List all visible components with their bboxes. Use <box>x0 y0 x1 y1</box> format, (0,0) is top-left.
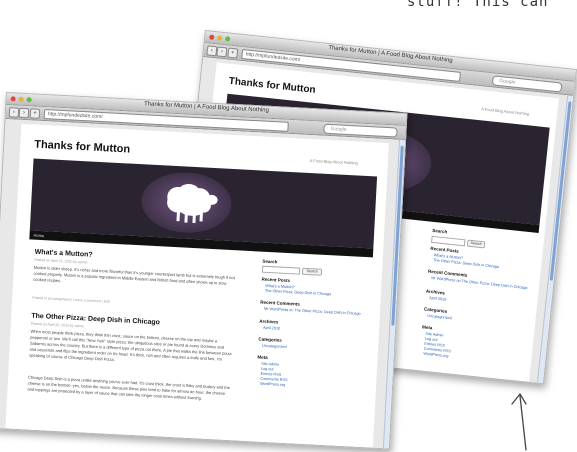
archives-heading: Archives <box>259 318 279 325</box>
recent-comment-link[interactable]: Mr WordPress on The Other Pizza: Deep Di… <box>431 276 528 290</box>
add-bookmark-icon[interactable]: + <box>227 47 239 59</box>
recent-comment-link[interactable]: Mr WordPress on The Other Pizza: Deep Di… <box>264 307 361 316</box>
sidebar-search-button[interactable]: Search <box>466 239 486 249</box>
meta-heading: Meta <box>257 354 268 361</box>
post-footer[interactable]: Posted in Uncategorized | Leave a commen… <box>32 296 110 304</box>
recent-post-link[interactable]: The Other Pizza: Deep Dish in Chicago <box>265 289 331 296</box>
page-body: Thanks for Mutton A Food Blog About Noth… <box>5 123 389 448</box>
site-tagline: A Food Blog About Nothing <box>309 157 358 166</box>
categories-heading: Categories <box>423 306 448 314</box>
category-link[interactable]: Uncategorized <box>427 314 452 321</box>
recent-comments-heading: Recent Comments <box>260 299 300 307</box>
meta-heading: Meta <box>421 324 433 331</box>
page-viewport: Thanks for Mutton A Food Blog About Noth… <box>0 119 406 449</box>
sheep-icon <box>167 183 218 224</box>
search-heading: Search <box>432 227 448 235</box>
post-body: Mutton is older sheep. It's richer and m… <box>33 264 235 286</box>
category-link[interactable]: Uncategorized <box>262 344 287 349</box>
site-title[interactable]: Thanks for Mutton <box>228 76 316 96</box>
post-meta: Posted on April 22, 2010 by admin <box>30 321 85 329</box>
forward-arrow-icon[interactable]: › <box>216 46 228 58</box>
recent-post-link[interactable]: The Other Pizza: Deep Dish in Chicago <box>433 258 499 269</box>
handwritten-note: stuff! This can <box>407 0 549 10</box>
categories-heading: Categories <box>258 336 282 343</box>
forward-arrow-icon[interactable]: › <box>18 107 30 119</box>
site-tagline: A Food Blog About Nothing <box>481 106 530 117</box>
meta-link[interactable]: WordPress.org <box>260 382 285 387</box>
add-bookmark-icon[interactable]: + <box>29 108 41 119</box>
post-body: Chicago Deep Dish is a pizza unlike anyt… <box>27 374 231 401</box>
hand-drawn-arrow-icon <box>511 393 527 451</box>
site-title[interactable]: Thanks for Mutton <box>34 139 130 156</box>
back-arrow-icon[interactable]: ‹ <box>8 107 20 118</box>
archive-link[interactable]: April 2010 <box>429 296 446 302</box>
menu-item-home[interactable]: Home <box>33 233 44 239</box>
meta-link[interactable]: Log out <box>261 367 274 372</box>
search-heading: Search <box>262 258 278 265</box>
sidebar-search-input[interactable] <box>430 235 466 247</box>
browser-window-front[interactable]: Thanks for Mutton | A Food Blog About No… <box>0 92 408 450</box>
recent-posts-heading: Recent Posts <box>261 276 291 284</box>
post-body: When most people think pizza, they think… <box>29 328 232 363</box>
post-meta: Posted on April 22, 2010 by admin <box>34 257 88 265</box>
archive-link[interactable]: April 2010 <box>263 326 280 331</box>
sidebar-search-button[interactable]: Search <box>301 267 323 276</box>
archives-heading: Archives <box>425 288 446 296</box>
sidebar-search-input[interactable] <box>261 265 301 275</box>
